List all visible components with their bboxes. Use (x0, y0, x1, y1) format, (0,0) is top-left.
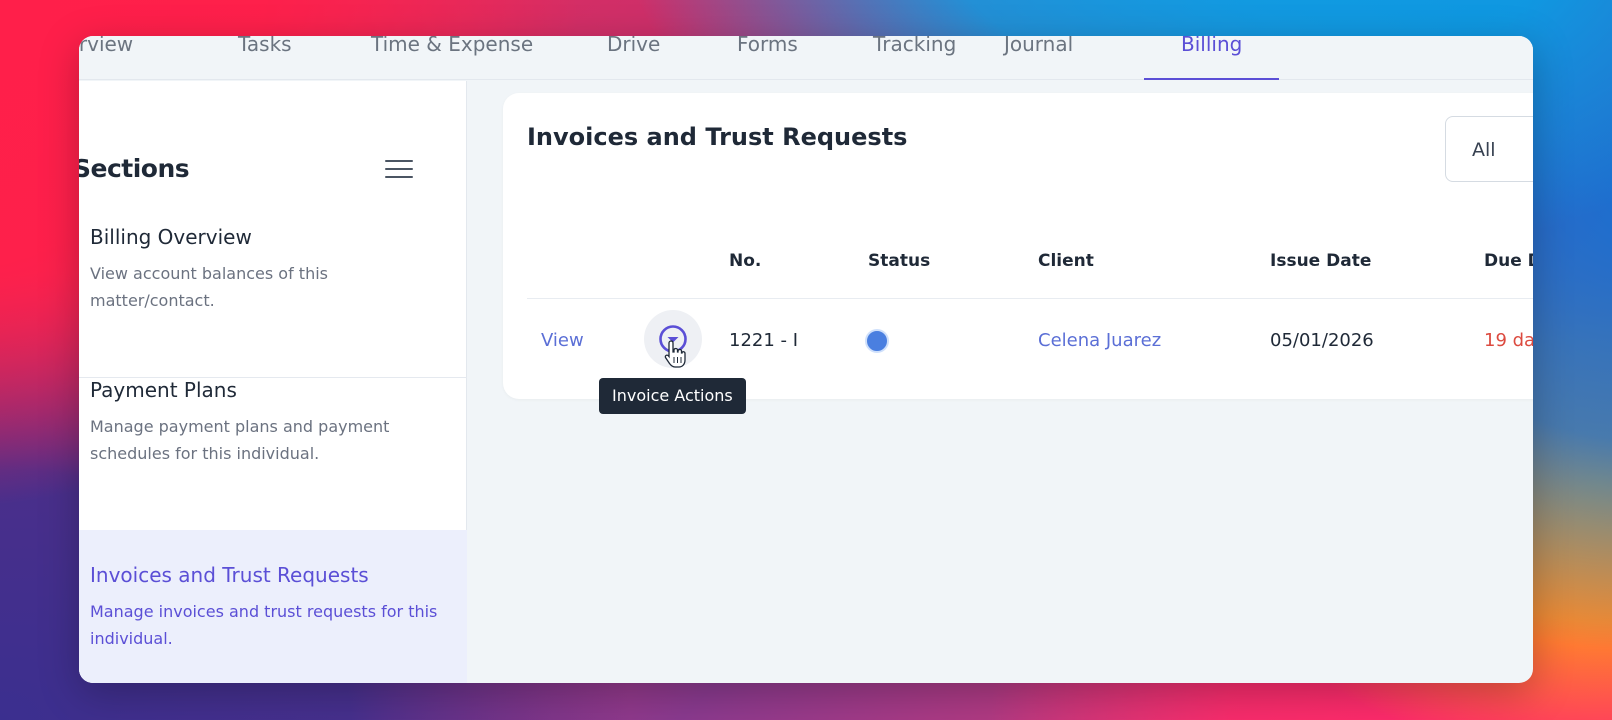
app-window: Overview Tasks Time & Expense Drive Form… (79, 36, 1533, 683)
tab-forms[interactable]: Forms (737, 36, 798, 80)
section-name: Billing Overview (90, 225, 252, 249)
section-description: Manage invoices and trust requests for t… (90, 602, 438, 648)
due-date: 19 days (1484, 330, 1533, 351)
issue-date: 05/01/2026 (1270, 330, 1374, 351)
section-name: Payment Plans (90, 378, 237, 402)
column-header-number[interactable]: No. (729, 251, 761, 271)
sections-sidebar: Sections Billing Overview View account b… (79, 81, 467, 683)
section-name: Invoices and Trust Requests (90, 563, 369, 587)
hamburger-menu-icon[interactable] (385, 160, 413, 180)
page-title: Invoices and Trust Requests (527, 123, 908, 151)
client-link[interactable]: Celena Juarez (1038, 330, 1161, 351)
column-header-client[interactable]: Client (1038, 251, 1094, 271)
tab-billing[interactable]: Billing (1181, 36, 1242, 80)
table-divider (527, 298, 1533, 299)
tab-overview[interactable]: Overview (79, 36, 133, 80)
view-invoice-link[interactable]: View (541, 330, 584, 351)
tab-tracking[interactable]: Tracking (873, 36, 956, 80)
tab-journal[interactable]: Journal (1004, 36, 1073, 80)
invoice-actions-button[interactable] (644, 310, 702, 368)
filter-selected-value: All (1472, 139, 1496, 161)
section-invoices-trust-requests[interactable]: Invoices and Trust Requests Manage invoi… (79, 530, 467, 683)
status-filter-select[interactable]: All (1445, 116, 1533, 182)
status-indicator (865, 329, 889, 353)
tab-drive[interactable]: Drive (607, 36, 660, 80)
active-tab-indicator (1144, 78, 1279, 80)
invoices-card: Invoices and Trust Requests All No. Stat… (503, 93, 1533, 399)
tab-time-expense[interactable]: Time & Expense (371, 36, 533, 80)
section-description: View account balances of this matter/con… (90, 264, 328, 310)
column-header-status[interactable]: Status (868, 251, 930, 271)
section-billing-overview[interactable]: Billing Overview View account balances o… (79, 225, 467, 378)
tab-tasks[interactable]: Tasks (238, 36, 292, 80)
column-header-issue-date[interactable]: Issue Date (1270, 251, 1371, 271)
section-payment-plans[interactable]: Payment Plans Manage payment plans and p… (79, 378, 467, 531)
matter-tab-bar: Overview Tasks Time & Expense Drive Form… (79, 36, 1533, 80)
invoice-actions-tooltip: Invoice Actions (599, 378, 746, 414)
invoice-number: 1221 - I (729, 330, 799, 351)
chevron-down-circle-icon (659, 325, 687, 353)
section-description: Manage payment plans and payment schedul… (90, 417, 390, 463)
sections-title: Sections (79, 154, 190, 183)
column-header-due-date[interactable]: Due Date (1484, 251, 1533, 271)
